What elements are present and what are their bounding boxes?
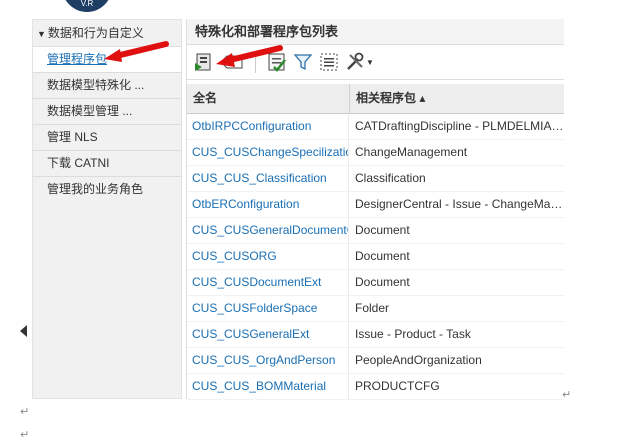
- table-row[interactable]: CUS_CUSGeneralDocumentC Document: [187, 218, 564, 244]
- table-row[interactable]: OtbIRPCConfiguration CATDraftingDisciplin…: [187, 114, 564, 140]
- table-row[interactable]: CUS_CUS_OrgAndPerson PeopleAndOrganizatio…: [187, 348, 564, 374]
- return-mark: ↵: [20, 406, 30, 418]
- row-name-link[interactable]: CUS_CUSGeneralExt: [187, 322, 349, 347]
- row-name-link[interactable]: CUS_CUS_OrgAndPerson: [187, 348, 349, 373]
- main-panel: 特殊化和部署程序包列表 ▼ 全名 相关程序包 ▴ OtbIRPCConfigur…: [186, 19, 564, 400]
- row-package: PRODUCTCFG: [355, 379, 440, 393]
- row-package: Classification: [355, 171, 426, 185]
- table-row[interactable]: OtbERConfiguration DesignerCentral - Issu…: [187, 192, 564, 218]
- annotation-arrow-icon: [104, 41, 169, 62]
- row-name-link[interactable]: OtbIRPCConfiguration: [187, 114, 349, 139]
- sidebar-header-label: 数据和行为自定义: [47, 26, 144, 40]
- sidebar-item-data-model-specialization[interactable]: 数据模型特殊化 ...: [33, 73, 181, 99]
- page-title: 特殊化和部署程序包列表: [187, 19, 564, 44]
- row-package: CATDraftingDiscipline - PLMDELMIASyst...: [355, 119, 564, 133]
- sidebar: ▼ 数据和行为自定义 管理程序包 数据模型特殊化 ... 数据模型管理 ... 管…: [32, 19, 182, 399]
- app-logo: V.R: [62, 0, 112, 12]
- row-name-link[interactable]: CUS_CUS_BOMMaterial: [187, 374, 349, 399]
- row-package: Document: [355, 223, 410, 237]
- sidebar-item-manage-business-roles[interactable]: 管理我的业务角色: [33, 177, 181, 202]
- annotation-arrow-icon: [216, 45, 283, 67]
- return-mark: ↵: [562, 389, 572, 401]
- back-arrow-icon[interactable]: [20, 325, 27, 337]
- row-package: ChangeManagement: [355, 145, 468, 159]
- row-name-link[interactable]: OtbERConfiguration: [187, 192, 349, 217]
- table-row[interactable]: CUS_CUS_Classification Classification: [187, 166, 564, 192]
- dropdown-arrow-icon[interactable]: ▼: [366, 58, 374, 67]
- row-package: Issue - Product - Task: [355, 327, 471, 341]
- row-package: Document: [355, 275, 410, 289]
- table-row[interactable]: CUS_CUSORG Document: [187, 244, 564, 270]
- table-row[interactable]: CUS_CUS_BOMMaterial PRODUCTCFG: [187, 374, 564, 400]
- row-package: Folder: [355, 301, 390, 315]
- return-mark: ↵: [20, 429, 30, 441]
- sidebar-item-download-catni[interactable]: 下载 CATNI: [33, 151, 181, 177]
- collapse-triangle-icon[interactable]: ▼: [37, 29, 46, 39]
- row-name-link[interactable]: CUS_CUS_Classification: [187, 166, 349, 191]
- row-name-link[interactable]: CUS_CUSGeneralDocumentC: [187, 218, 349, 243]
- table-row[interactable]: CUS_CUSFolderSpace Folder: [187, 296, 564, 322]
- table-row[interactable]: CUS_CUSGeneralExt Issue - Product - Task: [187, 322, 564, 348]
- row-name-link[interactable]: CUS_CUSFolderSpace: [187, 296, 349, 321]
- table-row[interactable]: CUS_CUSChangeSpecilization ChangeManageme…: [187, 140, 564, 166]
- row-name-link[interactable]: CUS_CUSChangeSpecilization: [187, 140, 349, 165]
- row-package: DesignerCentral - Issue - ChangeManag...: [355, 197, 564, 211]
- filter-icon[interactable]: [292, 51, 314, 73]
- row-name-link[interactable]: CUS_CUSORG: [187, 244, 349, 269]
- row-name-link[interactable]: CUS_CUSDocumentExt: [187, 270, 349, 295]
- row-package: Document: [355, 249, 410, 263]
- row-package: PeopleAndOrganization: [355, 353, 482, 367]
- tools-icon[interactable]: [344, 51, 366, 73]
- table-header: 全名 相关程序包 ▴: [187, 84, 564, 114]
- table-row[interactable]: CUS_CUSDocumentExt Document: [187, 270, 564, 296]
- column-header-fullname[interactable]: 全名: [187, 84, 350, 113]
- sidebar-item-manage-nls[interactable]: 管理 NLS: [33, 125, 181, 151]
- table-body: OtbIRPCConfiguration CATDraftingDisciplin…: [187, 114, 564, 400]
- column-header-related-package[interactable]: 相关程序包 ▴: [350, 84, 564, 113]
- select-all-icon[interactable]: [318, 51, 340, 73]
- sidebar-item-data-model-management[interactable]: 数据模型管理 ...: [33, 99, 181, 125]
